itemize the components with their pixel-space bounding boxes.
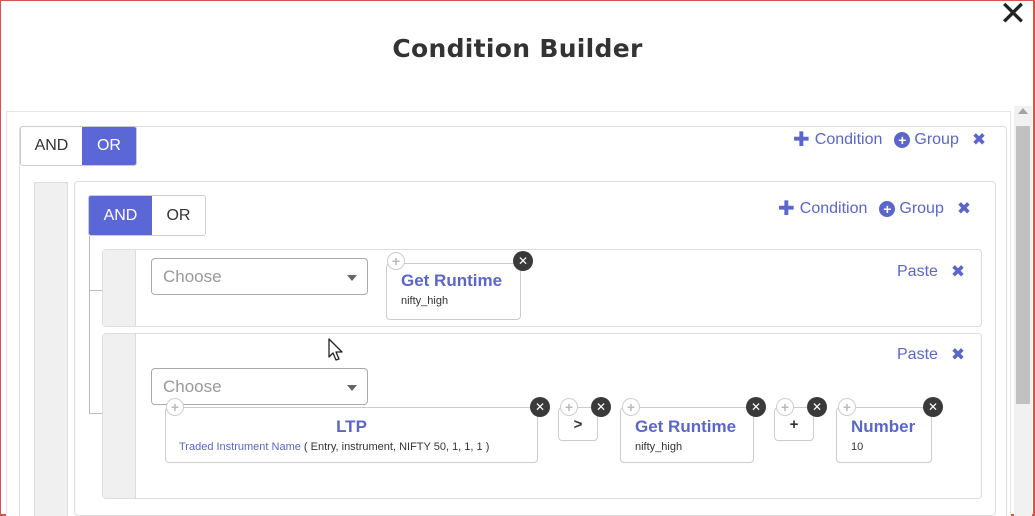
inner-or-button[interactable]: OR — [151, 196, 205, 235]
node-title: Get Runtime — [635, 417, 737, 436]
root-delete-icon[interactable]: ✖ — [972, 130, 986, 150]
runtime-node[interactable]: Get Runtime nifty_high — [386, 263, 521, 320]
root-and-button[interactable]: AND — [21, 127, 82, 165]
inner-group-actions: ✚ Condition + Group ✖ — [778, 199, 971, 219]
mouse-cursor-icon — [328, 338, 343, 361]
rule-1-paste: Paste ✖ — [897, 262, 965, 282]
root-and-or-toggle: AND OR — [20, 126, 137, 166]
inner-and-or-toggle: AND OR — [88, 195, 206, 236]
tree-connector — [89, 236, 90, 414]
node-title: Get Runtime — [401, 271, 503, 290]
tree-connector — [89, 413, 103, 414]
circle-plus-icon: + — [894, 132, 911, 148]
add-node-icon[interactable]: + — [838, 398, 856, 416]
add-node-icon[interactable]: + — [776, 398, 794, 416]
scroll-up-arrow-icon[interactable] — [1018, 108, 1028, 114]
node-subtitle: Traded Instrument Name ( Entry, instrume… — [179, 441, 489, 453]
root-add-group-button[interactable]: + Group — [894, 131, 959, 149]
select-placeholder: Choose — [163, 266, 222, 286]
root-or-button[interactable]: OR — [81, 127, 136, 165]
root-add-condition-button[interactable]: ✚ Condition — [793, 130, 882, 150]
ltp-node[interactable]: LTP Traded Instrument Name ( Entry, inst… — [165, 407, 538, 463]
rule-1-delete-icon[interactable]: ✖ — [951, 262, 965, 282]
node-title: Number — [851, 417, 916, 436]
rule-2-paste: Paste ✖ — [897, 345, 965, 365]
inner-add-condition-button[interactable]: ✚ Condition — [778, 199, 867, 219]
remove-node-icon[interactable]: ✕ — [746, 397, 766, 417]
inner-and-button[interactable]: AND — [89, 196, 152, 235]
root-group-gutter[interactable] — [34, 182, 68, 516]
chevron-down-icon — [347, 385, 357, 391]
runtime-node[interactable]: Get Runtime nifty_high — [620, 407, 754, 463]
add-node-icon[interactable]: + — [166, 398, 184, 416]
node-title: LTP — [336, 417, 367, 436]
remove-node-icon[interactable]: ✕ — [530, 397, 550, 417]
paste-button[interactable]: Paste — [897, 346, 938, 364]
select-placeholder: Choose — [163, 376, 222, 396]
root-group-actions: ✚ Condition + Group ✖ — [793, 130, 986, 150]
remove-node-icon[interactable]: ✕ — [807, 397, 827, 417]
remove-node-icon[interactable]: ✕ — [591, 397, 611, 417]
plus-icon: ✚ — [793, 129, 810, 151]
add-node-icon[interactable]: + — [622, 398, 640, 416]
node-subtitle: 10 — [851, 441, 864, 453]
rule-2-delete-icon[interactable]: ✖ — [951, 345, 965, 365]
close-icon[interactable]: ✕ — [995, 0, 1031, 32]
number-node[interactable]: Number 10 — [836, 407, 932, 463]
node-subtitle: nifty_high — [401, 295, 449, 307]
rule-drag-handle[interactable] — [103, 334, 136, 498]
chevron-down-icon — [347, 275, 357, 281]
tree-connector — [89, 290, 103, 291]
circle-plus-icon: + — [879, 201, 896, 217]
add-condition-label: Condition — [799, 200, 868, 217]
dialog-title: Condition Builder — [392, 34, 643, 63]
add-group-label: Group — [899, 200, 944, 217]
node-params: ( Entry, instrument, NIFTY 50, 1, 1, 1 ) — [300, 441, 490, 453]
rule-drag-handle[interactable] — [103, 250, 136, 326]
add-condition-label: Condition — [814, 131, 883, 148]
rule-1-choose-select[interactable]: Choose — [151, 258, 368, 295]
inner-delete-icon[interactable]: ✖ — [957, 199, 971, 219]
remove-node-icon[interactable]: ✕ — [513, 251, 533, 271]
rule-2-choose-select[interactable]: Choose — [151, 368, 368, 405]
plus-icon: ✚ — [778, 198, 795, 220]
add-group-label: Group — [914, 131, 959, 148]
scroll-thumb[interactable] — [1016, 126, 1030, 404]
remove-node-icon[interactable]: ✕ — [923, 397, 943, 417]
inner-add-group-button[interactable]: + Group — [879, 200, 944, 218]
add-node-icon[interactable]: + — [560, 398, 578, 416]
add-node-icon[interactable]: + — [387, 252, 405, 270]
vertical-scrollbar[interactable] — [1014, 106, 1032, 516]
instrument-name-link[interactable]: Traded Instrument Name — [179, 441, 301, 453]
node-subtitle: nifty_high — [635, 441, 683, 453]
paste-button[interactable]: Paste — [897, 263, 938, 281]
